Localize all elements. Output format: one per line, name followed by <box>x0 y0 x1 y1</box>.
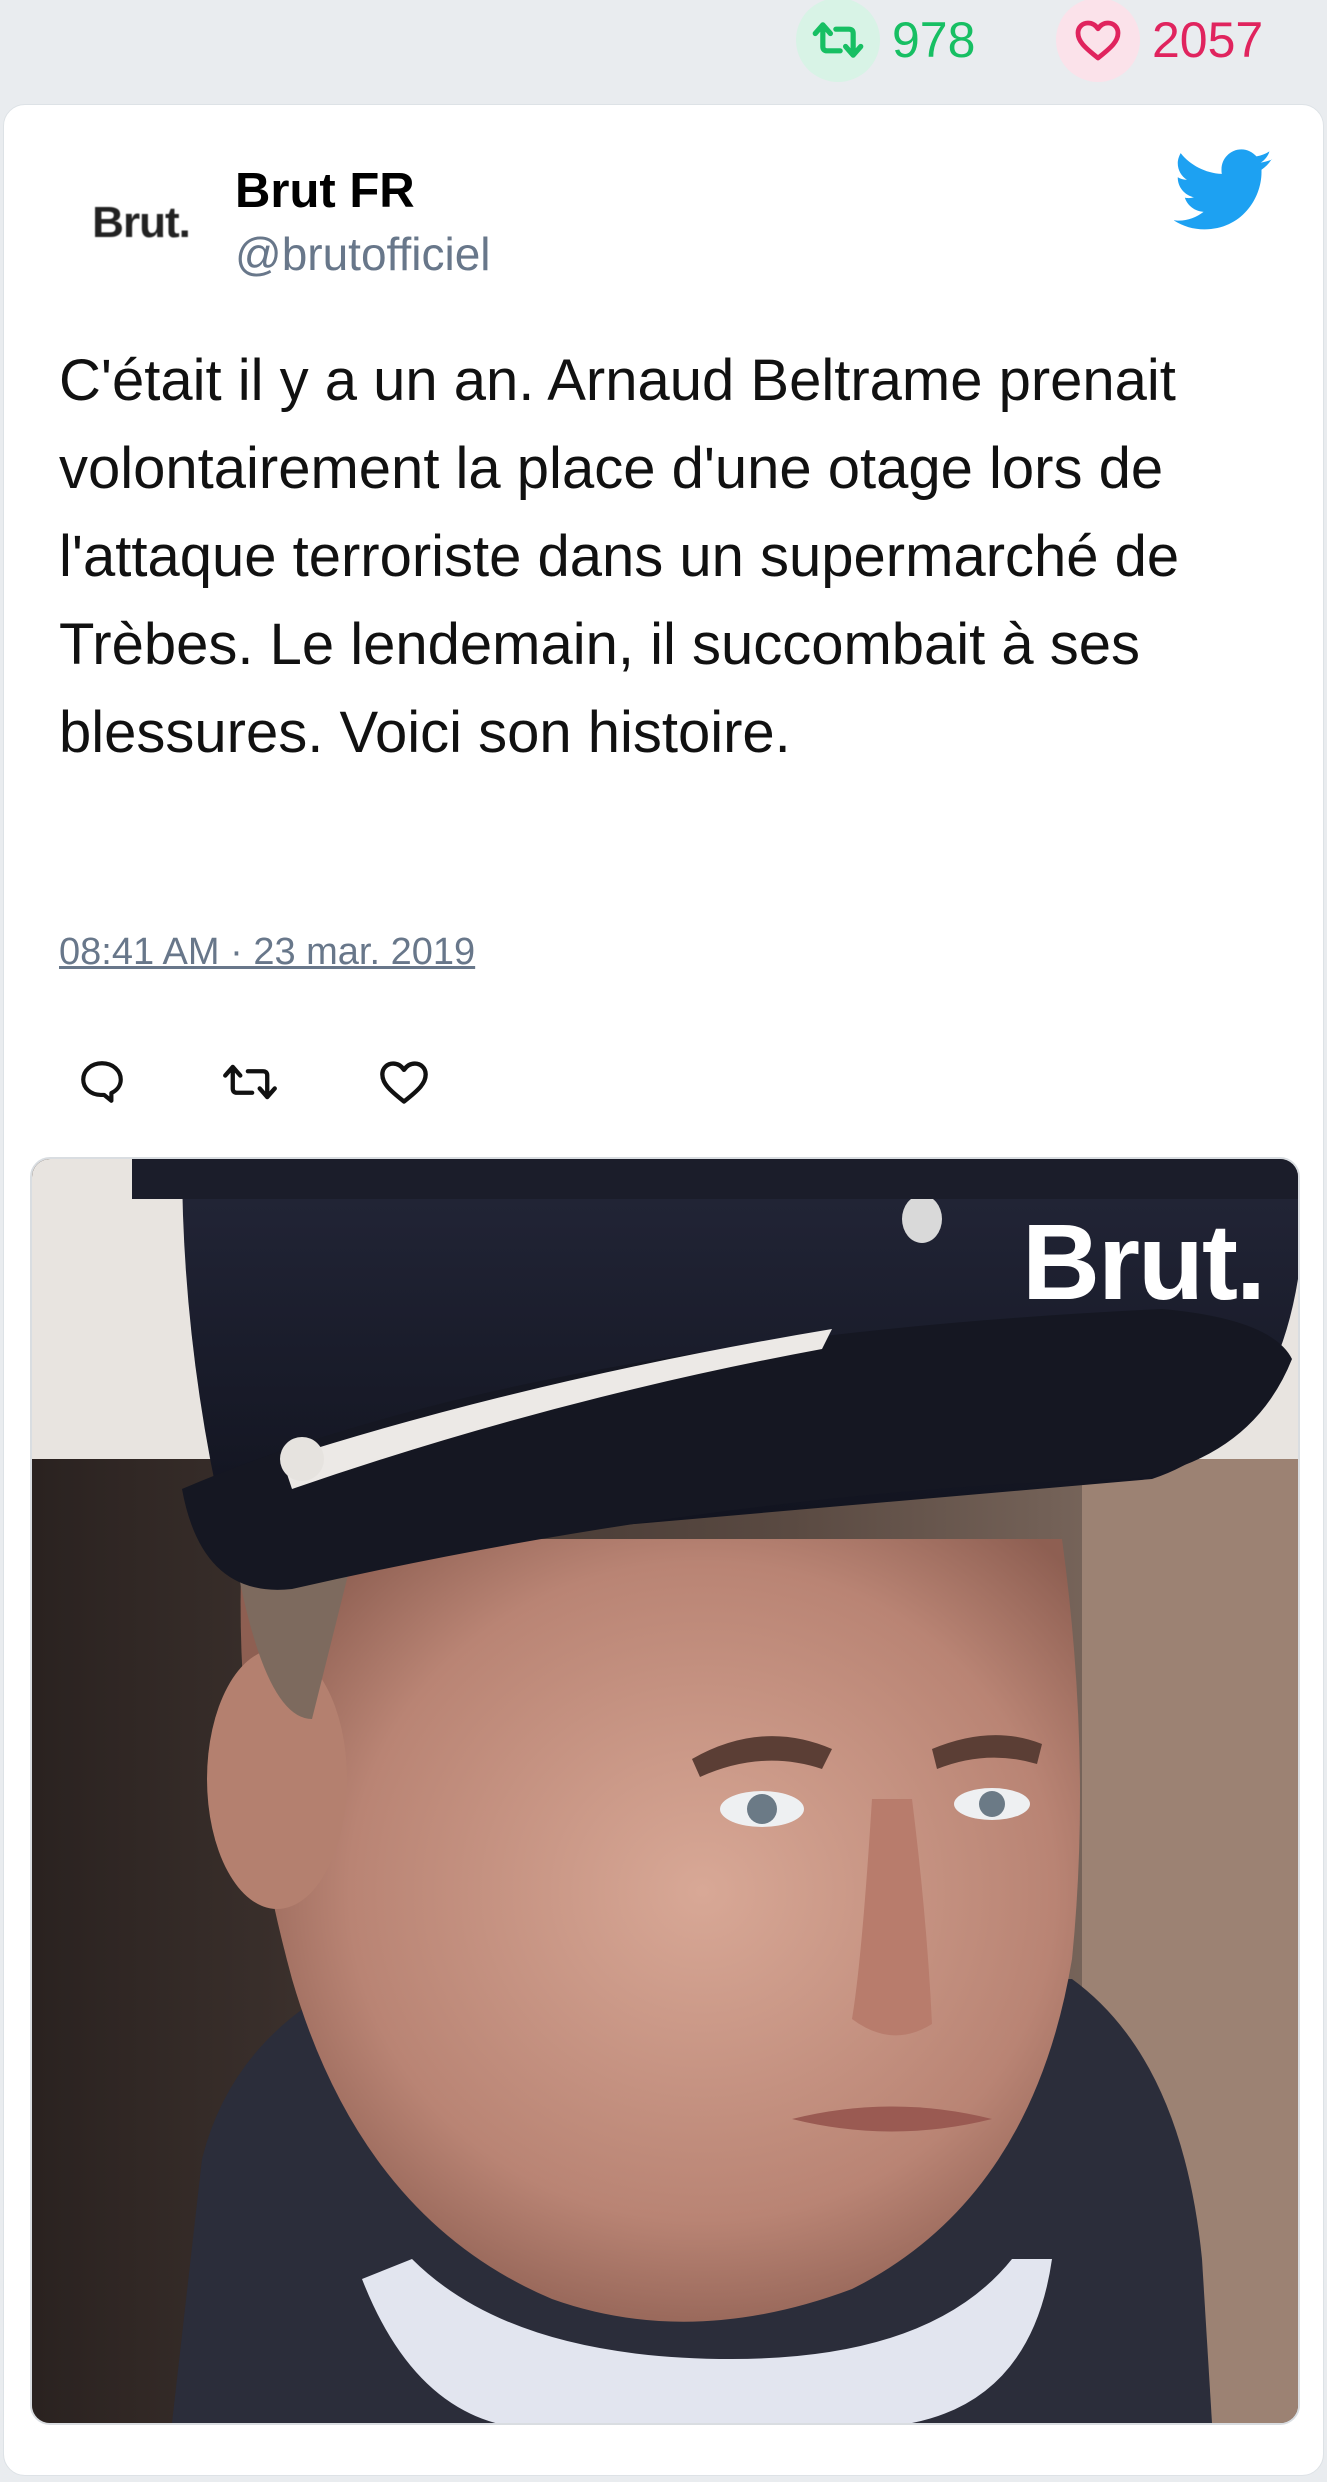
avatar-logo: Brut. <box>92 198 191 247</box>
speech-bubble-icon <box>81 1061 123 1103</box>
gendarme-portrait-illustration <box>32 1159 1298 2423</box>
retweet-stat[interactable]: 978 <box>796 0 976 82</box>
retweet-icon <box>223 1064 277 1100</box>
tweet-card: Brut. Brut FR @brutofficiel C'était il y… <box>3 104 1324 2476</box>
engagement-stats: 978 2057 <box>0 0 1327 100</box>
heart-icon[interactable] <box>1056 0 1140 82</box>
avatar[interactable]: Brut. <box>56 163 226 283</box>
retweet-count: 978 <box>892 12 976 68</box>
retweet-button[interactable] <box>222 1054 278 1110</box>
heart-icon <box>380 1061 428 1104</box>
tweet-actions <box>74 1047 432 1117</box>
tweet-timestamp-link[interactable]: 08:41 AM · 23 mar. 2019 <box>59 931 475 974</box>
retweet-icon[interactable] <box>796 0 880 82</box>
media-watermark: Brut. <box>1022 1201 1266 1322</box>
twitter-bird-icon[interactable] <box>1173 149 1274 233</box>
author-handle[interactable]: @brutofficiel <box>235 227 491 281</box>
author-name[interactable]: Brut FR <box>235 163 415 219</box>
like-stat[interactable]: 2057 <box>1056 0 1264 82</box>
tweet-text: C'était il y a un an. Arnaud Beltrame pr… <box>59 348 1180 765</box>
reply-button[interactable] <box>74 1054 130 1110</box>
like-count: 2057 <box>1152 12 1264 68</box>
tweet-media-image[interactable]: Brut. <box>30 1157 1300 2425</box>
like-button[interactable] <box>376 1054 432 1110</box>
tweet-embed-page: 978 2057 Brut. Brut FR @brutofficiel C'é… <box>0 0 1327 2482</box>
